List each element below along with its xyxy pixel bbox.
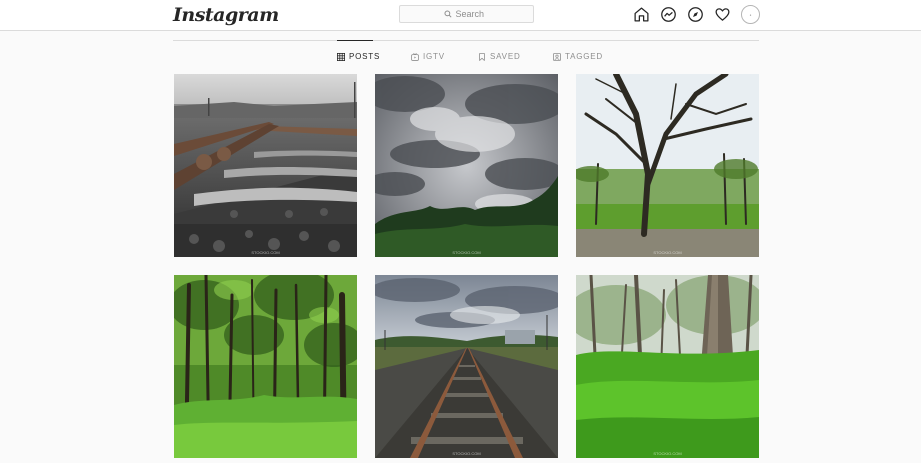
tab-label: SAVED bbox=[490, 52, 521, 61]
search-icon bbox=[443, 5, 452, 23]
post-image bbox=[375, 74, 558, 257]
tag-icon bbox=[553, 52, 561, 61]
watermark: STOCKIO.COM bbox=[452, 451, 481, 456]
messenger-icon[interactable] bbox=[660, 6, 677, 23]
search-inner bbox=[443, 5, 490, 23]
tab-tagged[interactable]: TAGGED bbox=[553, 52, 603, 61]
watermark: STOCKIO.COM bbox=[251, 250, 280, 255]
post-tile-storm-clouds[interactable]: STOCKIO.COM bbox=[375, 74, 558, 257]
avatar-glyph: ● bbox=[749, 12, 752, 17]
nav-icons: ● bbox=[633, 5, 760, 24]
post-image bbox=[174, 275, 357, 458]
post-image bbox=[375, 275, 558, 458]
post-image bbox=[174, 74, 357, 257]
profile-avatar[interactable]: ● bbox=[741, 5, 760, 24]
grid-icon bbox=[337, 52, 345, 61]
tab-label: IGTV bbox=[423, 52, 445, 61]
search-input[interactable] bbox=[455, 9, 490, 19]
top-navigation-bar: Instagram ● bbox=[0, 0, 921, 31]
tabs-divider bbox=[173, 40, 759, 41]
post-tile-bare-tree[interactable]: STOCKIO.COM bbox=[576, 74, 759, 257]
active-tab-indicator bbox=[337, 40, 373, 41]
post-tile-railway-closeup[interactable]: STOCKIO.COM bbox=[174, 74, 357, 257]
explore-icon[interactable] bbox=[687, 6, 704, 23]
tab-label: POSTS bbox=[349, 52, 381, 61]
tab-saved[interactable]: SAVED bbox=[478, 52, 521, 61]
post-tile-forest-grass[interactable]: STOCKIO.COM bbox=[576, 275, 759, 458]
post-tile-railway-sky[interactable]: STOCKIO.COM bbox=[375, 275, 558, 458]
heart-icon[interactable] bbox=[714, 6, 731, 23]
home-icon[interactable] bbox=[633, 6, 650, 23]
tab-posts[interactable]: POSTS bbox=[337, 52, 380, 61]
search-box[interactable] bbox=[399, 5, 534, 23]
profile-tabs: POSTS IGTV SAVED TAGGED bbox=[0, 52, 921, 64]
watermark: STOCKIO.COM bbox=[653, 451, 682, 456]
post-tile-green-forest[interactable] bbox=[174, 275, 357, 458]
tab-label: TAGGED bbox=[565, 52, 603, 61]
tab-igtv[interactable]: IGTV bbox=[411, 52, 445, 61]
post-image bbox=[576, 74, 759, 257]
bookmark-icon bbox=[479, 52, 485, 61]
watermark: STOCKIO.COM bbox=[452, 250, 481, 255]
igtv-icon bbox=[411, 52, 419, 61]
instagram-logo[interactable]: Instagram bbox=[173, 4, 279, 26]
watermark: STOCKIO.COM bbox=[653, 250, 682, 255]
post-image bbox=[576, 275, 759, 458]
